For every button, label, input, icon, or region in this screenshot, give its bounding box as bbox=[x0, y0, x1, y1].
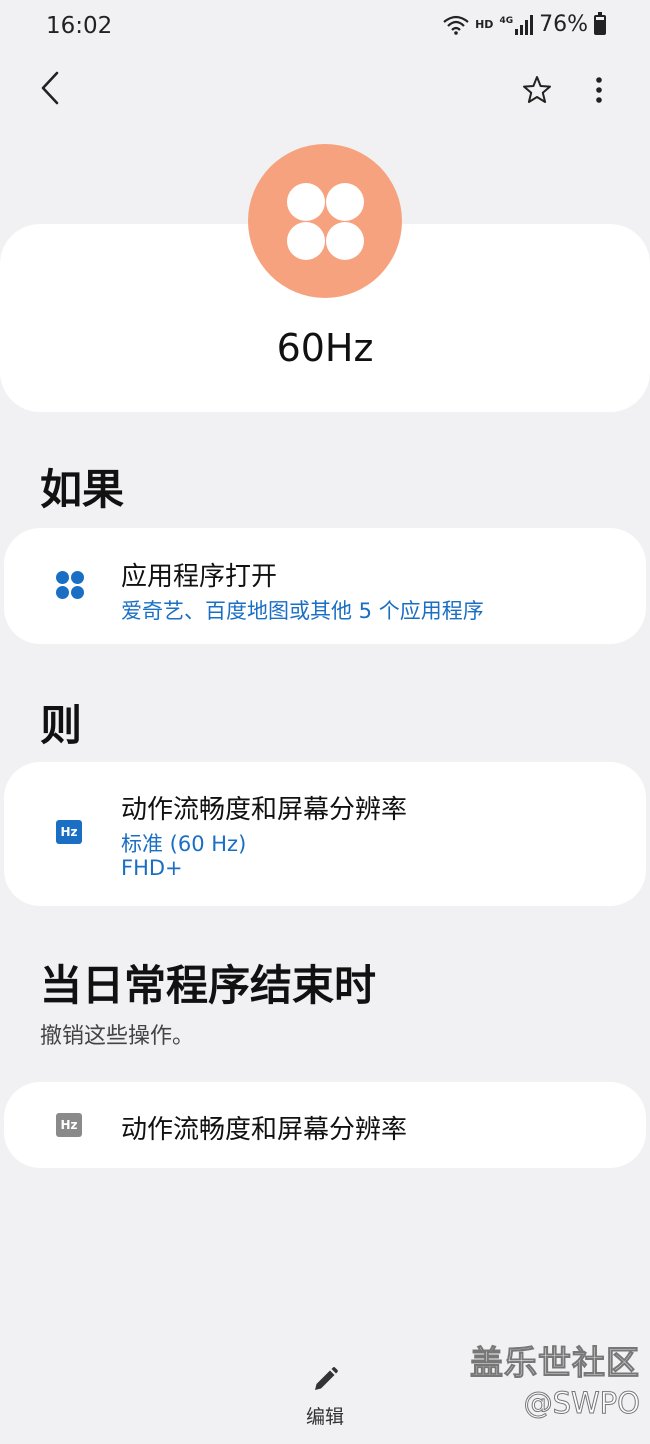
battery-level bbox=[596, 20, 604, 33]
end-section-description: 撤销这些操作。 bbox=[40, 1024, 195, 1049]
pencil-icon bbox=[315, 1367, 338, 1390]
routine-detail-screen: 16:02 HD 4G 76% 60Hz 如果 应用程序打开 爱奇艺、百度地图或… bbox=[0, 0, 650, 1444]
action-setting-resolution: FHD+ bbox=[121, 856, 183, 880]
apps-icon bbox=[56, 571, 86, 601]
hd-indicator: HD bbox=[475, 18, 494, 31]
hz-icon: Hz bbox=[56, 1113, 82, 1137]
condition-card[interactable]: 应用程序打开 爱奇艺、百度地图或其他 5 个应用程序 bbox=[4, 528, 646, 644]
watermark-handle: @SWPO bbox=[523, 1386, 640, 1421]
wifi-icon bbox=[443, 15, 469, 35]
more-vertical-icon bbox=[596, 77, 602, 103]
condition-icon-wrapper bbox=[56, 571, 86, 601]
status-icons: HD 4G 76% bbox=[443, 11, 606, 37]
routine-title[interactable]: 60Hz bbox=[0, 326, 650, 370]
four-dots-icon-dot bbox=[326, 183, 364, 221]
if-section-heading: 如果 bbox=[40, 465, 125, 514]
battery-percent: 76% bbox=[539, 12, 588, 37]
battery-icon bbox=[594, 11, 606, 35]
favorite-button[interactable] bbox=[517, 70, 557, 110]
end-section-heading: 当日常程序结束时 bbox=[40, 961, 377, 1010]
watermark-community: 盖乐世社区 bbox=[470, 1343, 640, 1383]
star-outline-icon bbox=[523, 76, 551, 103]
undo-action-icon-wrapper: Hz bbox=[56, 1113, 82, 1137]
action-icon-wrapper: Hz bbox=[56, 820, 82, 844]
edit-label: 编辑 bbox=[305, 1406, 344, 1428]
condition-subtitle: 爱奇艺、百度地图或其他 5 个应用程序 bbox=[121, 599, 484, 623]
watermark: 盖乐世社区 @SWPO bbox=[455, 1336, 641, 1421]
status-time: 16:02 bbox=[46, 13, 113, 39]
hz-icon: Hz bbox=[56, 820, 82, 844]
routine-icon[interactable] bbox=[248, 144, 402, 298]
four-dots-icon-dot bbox=[326, 222, 364, 260]
undo-action-title: 动作流畅度和屏幕分辨率 bbox=[121, 1115, 408, 1145]
chevron-left-icon bbox=[41, 71, 59, 105]
more-options-button[interactable] bbox=[584, 70, 614, 110]
back-button[interactable] bbox=[30, 66, 70, 110]
status-bar: 16:02 HD 4G 76% bbox=[0, 0, 650, 56]
network-type-indicator: 4G bbox=[499, 15, 514, 26]
four-dots-icon bbox=[287, 183, 325, 221]
condition-title: 应用程序打开 bbox=[121, 562, 278, 592]
signal-icon bbox=[515, 14, 534, 35]
action-setting-refresh-rate: 标准 (60 Hz) bbox=[121, 832, 247, 856]
undo-action-card[interactable]: Hz 动作流畅度和屏幕分辨率 bbox=[4, 1082, 646, 1168]
action-card[interactable]: Hz 动作流畅度和屏幕分辨率 标准 (60 Hz) FHD+ bbox=[4, 762, 646, 906]
four-dots-icon-dot bbox=[287, 222, 325, 260]
edit-button[interactable]: 编辑 bbox=[295, 1366, 355, 1432]
then-section-heading: 则 bbox=[40, 701, 83, 750]
action-title: 动作流畅度和屏幕分辨率 bbox=[121, 795, 408, 825]
